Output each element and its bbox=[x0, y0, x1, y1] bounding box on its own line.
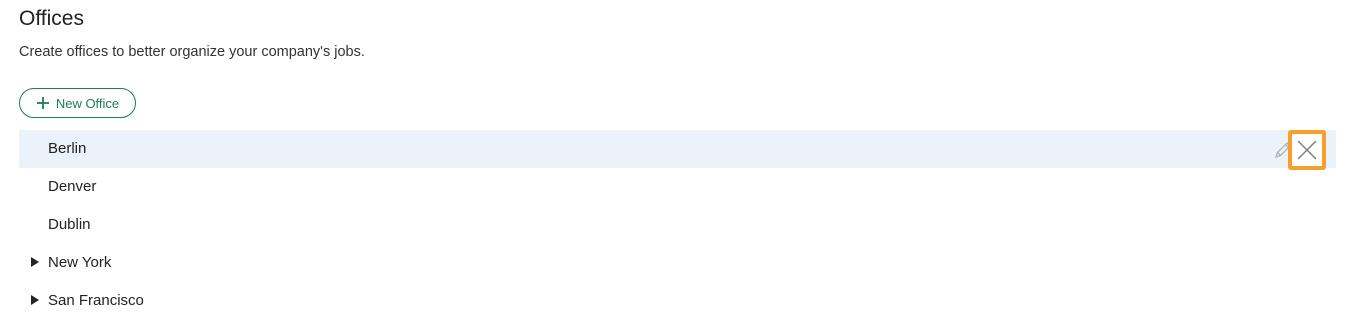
office-name: Dublin bbox=[48, 216, 91, 233]
office-row-new-york[interactable]: New York bbox=[19, 244, 1336, 282]
office-row-denver[interactable]: Denver bbox=[19, 168, 1336, 206]
office-name: New York bbox=[48, 254, 112, 271]
plus-icon bbox=[36, 97, 49, 109]
office-name: Denver bbox=[48, 178, 97, 195]
new-office-button[interactable]: New Office bbox=[19, 88, 136, 118]
new-office-label: New Office bbox=[55, 95, 120, 111]
office-list: Berlin Denver Dublin New York San Franci… bbox=[19, 130, 1336, 320]
close-icon bbox=[1297, 140, 1317, 160]
caret-right-icon[interactable] bbox=[31, 257, 39, 267]
office-name: Berlin bbox=[48, 140, 87, 157]
office-row-san-francisco[interactable]: San Francisco bbox=[19, 282, 1336, 320]
page-subtitle: Create offices to better organize your c… bbox=[19, 44, 365, 60]
office-name: San Francisco bbox=[48, 292, 144, 309]
caret-right-icon[interactable] bbox=[31, 295, 39, 305]
office-row-dublin[interactable]: Dublin bbox=[19, 206, 1336, 244]
page-title: Offices bbox=[19, 7, 84, 30]
offices-page: Offices Create offices to better organiz… bbox=[0, 0, 1353, 321]
office-row-berlin[interactable]: Berlin bbox=[19, 130, 1336, 170]
delete-office-button[interactable] bbox=[1288, 130, 1326, 170]
